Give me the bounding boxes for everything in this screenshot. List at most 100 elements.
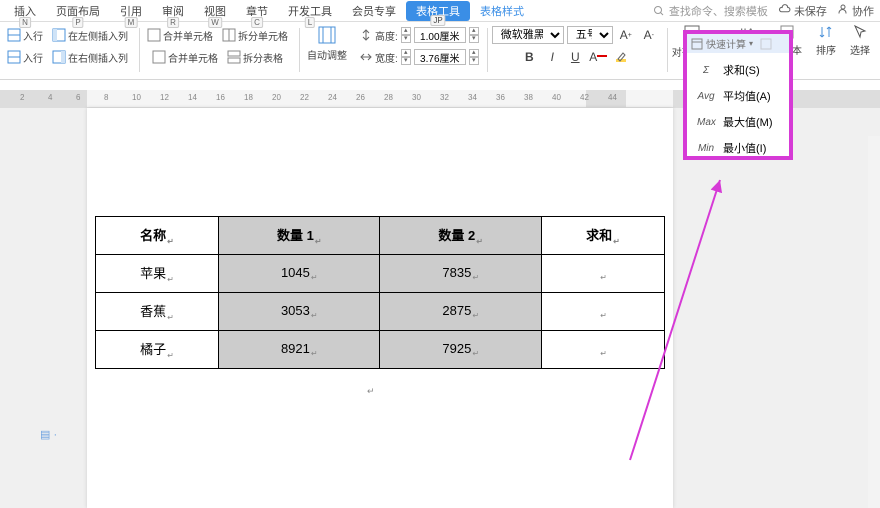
- cell-sum[interactable]: ↵: [541, 255, 664, 293]
- ruler-tick: 44: [608, 93, 617, 102]
- cell-qty1[interactable]: 1045↵: [219, 255, 380, 293]
- underline-button[interactable]: U: [565, 47, 585, 67]
- table-row[interactable]: 香蕉↵ 3053↵ 2875↵ ↵: [96, 293, 665, 331]
- calc-icon: [691, 38, 703, 50]
- width-icon: [360, 51, 372, 63]
- col-right-icon: [52, 50, 66, 64]
- unsaved-indicator[interactable]: 未保存: [778, 2, 827, 19]
- height-stepper[interactable]: ▴▾: [401, 27, 411, 43]
- cell-name[interactable]: 香蕉↵: [96, 293, 219, 331]
- ruler-tick: 38: [524, 93, 533, 102]
- document-area: 名称↵ 数量 1↵ 数量 2↵ 求和↵ 苹果↵ 1045↵ 7835↵ ↵ 香蕉…: [0, 108, 880, 508]
- cell-qty1[interactable]: 8921↵: [219, 331, 380, 369]
- header-sum[interactable]: 求和↵: [541, 217, 664, 255]
- cell-qty1[interactable]: 3053↵: [219, 293, 380, 331]
- insert-row-below-button[interactable]: 入行: [4, 49, 46, 66]
- menu-min[interactable]: Min最小值(I): [687, 135, 789, 161]
- tab-table-style[interactable]: 表格样式: [470, 3, 534, 19]
- merge-icon: [152, 50, 166, 64]
- merge-cells-button[interactable]: 合并单元格: [144, 27, 216, 44]
- menu-max[interactable]: Max最大值(M): [687, 109, 789, 135]
- split-cells-button[interactable]: 拆分单元格: [219, 27, 291, 44]
- shrink-font-button[interactable]: A-: [639, 25, 659, 45]
- cell-qty2[interactable]: 2875↵: [380, 293, 541, 331]
- highlight-button[interactable]: [611, 47, 631, 67]
- page-margin-icon[interactable]: ▤ ·: [40, 428, 57, 441]
- document-table[interactable]: 名称↵ 数量 1↵ 数量 2↵ 求和↵ 苹果↵ 1045↵ 7835↵ ↵ 香蕉…: [95, 216, 665, 369]
- ruler-tick: 18: [244, 93, 253, 102]
- font-color-button[interactable]: A: [588, 47, 608, 67]
- split-icon: [222, 28, 236, 42]
- cell-name[interactable]: 苹果↵: [96, 255, 219, 293]
- bold-button[interactable]: B: [519, 47, 539, 67]
- tab-review[interactable]: 审阅R: [152, 3, 194, 19]
- ruler-tick: 10: [132, 93, 141, 102]
- height-input[interactable]: [414, 27, 466, 43]
- cell-qty2[interactable]: 7835↵: [380, 255, 541, 293]
- table-row[interactable]: 橘子↵ 8921↵ 7925↵ ↵: [96, 331, 665, 369]
- tab-sections[interactable]: 章节C: [236, 3, 278, 19]
- table-header-row[interactable]: 名称↵ 数量 1↵ 数量 2↵ 求和↵: [96, 217, 665, 255]
- ruler-tick: 36: [496, 93, 505, 102]
- user-icon: [837, 3, 849, 15]
- tab-references[interactable]: 引用M: [110, 3, 152, 19]
- tab-insert[interactable]: 插入N: [4, 3, 46, 19]
- quick-calc-highlight: 快速计算▾ Σ求和(S) Avg平均值(A) Max最大值(M) Min最小值(…: [683, 30, 793, 160]
- ruler-tick: 42: [580, 93, 589, 102]
- row-below-icon: [7, 50, 21, 64]
- page[interactable]: 名称↵ 数量 1↵ 数量 2↵ 求和↵ 苹果↵ 1045↵ 7835↵ ↵ 香蕉…: [87, 108, 673, 508]
- cursor-icon: [852, 24, 868, 40]
- ruler-tick: 2: [20, 93, 24, 102]
- highlight-icon: [615, 51, 627, 63]
- cell-sum[interactable]: ↵: [541, 293, 664, 331]
- merge-icon: [147, 28, 161, 42]
- grow-font-button[interactable]: A+: [616, 25, 636, 45]
- width-input[interactable]: [414, 49, 466, 65]
- split-table-button[interactable]: 拆分表格: [224, 49, 286, 66]
- height-stepper-2[interactable]: ▴▾: [469, 27, 479, 43]
- quick-calc-button[interactable]: 快速计算▾: [687, 34, 789, 53]
- select-button[interactable]: 选择: [850, 24, 870, 57]
- ruler-tick: 32: [440, 93, 449, 102]
- table-row[interactable]: 苹果↵ 1045↵ 7835↵ ↵: [96, 255, 665, 293]
- cell-name[interactable]: 橘子↵: [96, 331, 219, 369]
- insert-right-col-button[interactable]: 在右侧插入列: [49, 49, 131, 66]
- tab-member[interactable]: 会员专享: [342, 3, 406, 19]
- menu-sum[interactable]: Σ求和(S): [687, 57, 789, 83]
- ruler-tick: 20: [272, 93, 281, 102]
- sort-button[interactable]: 排序: [816, 24, 836, 57]
- menu-tab-bar: 插入N 页面布局P 引用M 审阅R 视图W 章节C 开发工具L 会员专享 表格工…: [0, 0, 880, 22]
- cell-sum[interactable]: ↵: [541, 331, 664, 369]
- ruler-tick: 26: [356, 93, 365, 102]
- vertical-scrollbar[interactable]: [868, 136, 880, 508]
- font-name-select[interactable]: 微软雅黑: [492, 26, 564, 44]
- italic-button[interactable]: I: [542, 47, 562, 67]
- ruler-tick: 24: [328, 93, 337, 102]
- quick-calc-menu: Σ求和(S) Avg平均值(A) Max最大值(M) Min最小值(I): [687, 53, 789, 165]
- font-size-select[interactable]: 五号: [567, 26, 613, 44]
- tab-view[interactable]: 视图W: [194, 3, 236, 19]
- menu-avg[interactable]: Avg平均值(A): [687, 83, 789, 109]
- max-icon: Max: [697, 117, 715, 128]
- sigma-icon: Σ: [697, 65, 715, 76]
- ruler-tick: 40: [552, 93, 561, 102]
- height-icon: [360, 29, 372, 41]
- insert-row-button[interactable]: 入行: [4, 27, 46, 44]
- tab-dev-tools[interactable]: 开发工具L: [278, 3, 342, 19]
- height-label: 高度:: [375, 28, 398, 43]
- tab-table-tools[interactable]: 表格工具JP: [406, 1, 470, 21]
- header-qty2[interactable]: 数量 2↵: [380, 217, 541, 255]
- cell-qty2[interactable]: 7925↵: [380, 331, 541, 369]
- insert-left-col-button[interactable]: 在左侧插入列: [49, 27, 131, 44]
- autofit-icon: [317, 25, 337, 45]
- collab-indicator[interactable]: 协作: [837, 3, 874, 19]
- header-qty1[interactable]: 数量 1↵: [219, 217, 380, 255]
- command-search[interactable]: 查找命令、搜索模板: [653, 3, 768, 19]
- width-stepper-2[interactable]: ▴▾: [469, 49, 479, 65]
- width-stepper[interactable]: ▴▾: [401, 49, 411, 65]
- autofit-button[interactable]: 自动调整: [304, 24, 350, 68]
- row-icon: [7, 28, 21, 42]
- merge-cells-button-2[interactable]: 合并单元格: [149, 49, 221, 66]
- tab-page-layout[interactable]: 页面布局P: [46, 3, 110, 19]
- header-name[interactable]: 名称↵: [96, 217, 219, 255]
